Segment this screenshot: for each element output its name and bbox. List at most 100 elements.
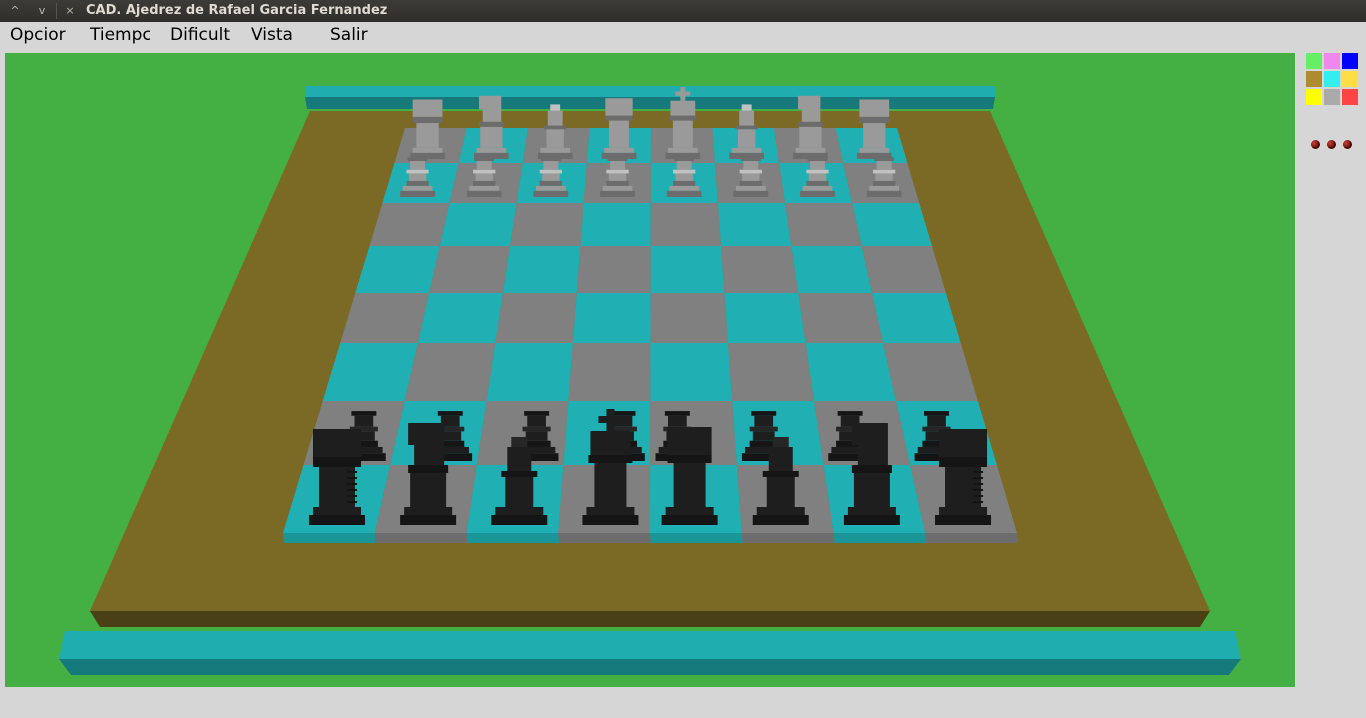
piece-part (606, 180, 629, 186)
board-square (852, 203, 932, 246)
piece-part (540, 157, 561, 162)
piece-part (668, 415, 687, 427)
status-strip (0, 690, 1366, 718)
piece-part (602, 185, 633, 191)
board-edge (650, 533, 743, 543)
color-swatch[interactable] (1342, 71, 1358, 87)
piece-part (543, 161, 559, 170)
piece-part (739, 110, 755, 126)
board-square (510, 203, 584, 246)
piece-part (608, 173, 627, 181)
piece-part (607, 157, 628, 162)
menu-bar: Opcior Tiempc Dificult Vista Salir (0, 22, 1366, 48)
piece-part (672, 180, 696, 186)
title-bar: ^ v × CAD. Ajedrez de Rafael Garcia Fern… (0, 0, 1366, 22)
piece-part (739, 169, 762, 174)
menu-tiempo[interactable]: Tiempc (90, 24, 150, 46)
piece-part (539, 169, 563, 174)
board-square (791, 246, 873, 293)
piece-part (522, 426, 551, 432)
close-icon[interactable]: × (59, 3, 81, 19)
color-swatch[interactable] (1306, 53, 1322, 69)
board-square (417, 293, 503, 343)
piece-part (667, 427, 712, 455)
piece-part (672, 169, 696, 174)
piece-part (752, 431, 775, 441)
piece-part (863, 123, 886, 148)
piece-part (672, 120, 693, 148)
menu-opciones[interactable]: Opcior (10, 24, 70, 46)
piece-part (475, 173, 493, 181)
piece-part (312, 507, 361, 515)
piece-part (859, 147, 890, 153)
color-swatch[interactable] (1324, 71, 1340, 87)
piece-part (676, 161, 692, 170)
menu-dificultad[interactable]: Dificult (170, 24, 232, 46)
color-swatch[interactable] (1324, 89, 1340, 105)
board-square (576, 246, 651, 293)
chevron-up-icon[interactable]: ^ (4, 3, 26, 19)
color-swatch[interactable] (1342, 89, 1358, 105)
board-square (580, 203, 651, 246)
piece-part (491, 515, 548, 525)
color-swatch[interactable] (1324, 53, 1340, 69)
piece-part (673, 463, 706, 507)
piece-part (872, 169, 896, 174)
menu-vista[interactable]: Vista (251, 24, 299, 46)
piece-part (859, 116, 890, 124)
piece-part (731, 147, 762, 153)
piece-part (806, 180, 829, 186)
piece-part (346, 471, 357, 473)
window-title: CAD. Ajedrez de Rafael Garcia Fernandez (86, 3, 388, 18)
piece-part (478, 121, 504, 127)
chess-scene[interactable] (5, 53, 1295, 687)
board-square (439, 203, 517, 246)
piece-part (410, 473, 447, 507)
piece-part (667, 455, 712, 463)
color-swatch[interactable] (1342, 53, 1358, 69)
chevron-down-icon[interactable]: v (31, 3, 53, 19)
chess-3d-viewport[interactable] (5, 53, 1295, 687)
piece-part (973, 489, 984, 491)
piece-part (808, 173, 827, 181)
piece-part (474, 157, 495, 162)
piece-part (674, 157, 695, 162)
piece-part (594, 463, 627, 507)
board-square (805, 343, 896, 401)
piece-part (412, 147, 443, 153)
board-square (861, 246, 946, 293)
board-square (572, 293, 651, 343)
piece-part (410, 161, 425, 170)
chess-board (283, 128, 1018, 543)
piece-part (598, 416, 623, 423)
piece-part (798, 121, 823, 127)
piece-part (473, 180, 496, 186)
color-swatch[interactable] (1306, 71, 1322, 87)
piece-part (754, 415, 774, 427)
front-rim-front (59, 659, 1241, 675)
piece-part (308, 515, 365, 525)
piece-part (469, 185, 500, 191)
piece-part (540, 147, 571, 153)
piece-part (669, 115, 697, 121)
menu-salir[interactable]: Salir (330, 24, 374, 46)
piece-part (741, 104, 752, 111)
side-panel (1298, 48, 1366, 690)
board-square (429, 246, 511, 293)
piece-part (408, 423, 445, 445)
board-edge (925, 533, 1018, 543)
piece-part (476, 161, 492, 170)
piece-part (742, 173, 760, 181)
piece-part (408, 465, 449, 473)
piece-part (606, 169, 629, 174)
piece-part (407, 157, 428, 162)
color-swatch[interactable] (1306, 89, 1322, 105)
piece-part (346, 501, 357, 503)
piece-part (505, 477, 534, 507)
piece-part (675, 173, 693, 181)
piece-part (406, 180, 429, 186)
board-edge (833, 533, 927, 543)
piece-part (667, 147, 698, 153)
board-edge (741, 533, 835, 543)
piece-part (801, 109, 821, 122)
